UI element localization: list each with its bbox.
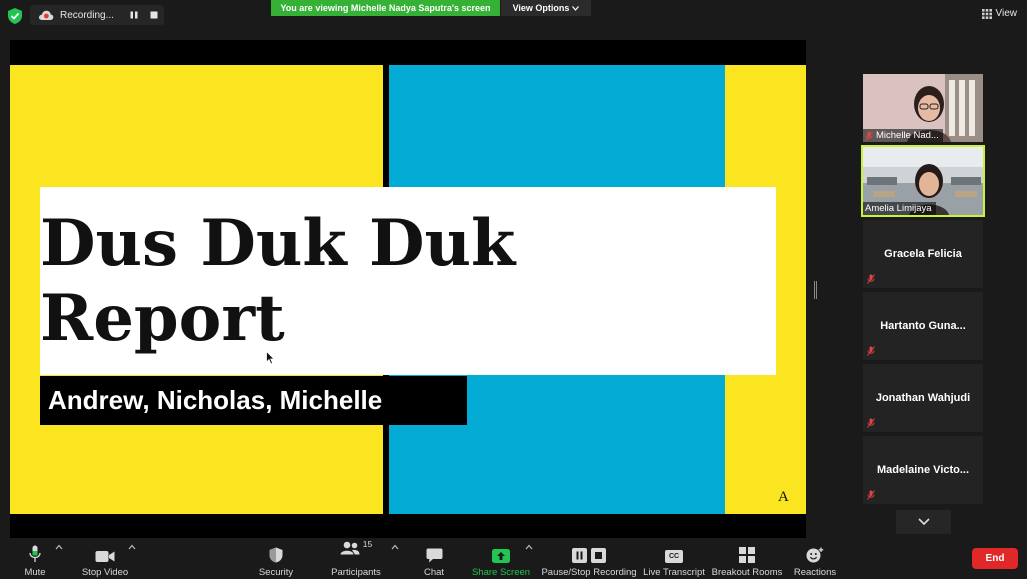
stop-video-label: Stop Video (81, 567, 129, 578)
participant-name: Michelle Nad... (876, 130, 939, 141)
pause-recording-icon[interactable] (129, 10, 139, 20)
reactions-smiley-icon (806, 547, 824, 563)
chevron-down-icon (572, 5, 580, 11)
muted-mic-icon (867, 490, 875, 500)
share-screen-arrow-icon (492, 549, 510, 563)
end-label: End (985, 553, 1005, 564)
caret-up-icon[interactable] (128, 544, 136, 550)
caret-up-icon[interactable] (525, 544, 533, 550)
end-meeting-button[interactable]: End (972, 548, 1018, 569)
mute-button[interactable]: Mute (20, 538, 50, 579)
grid-icon (981, 8, 992, 19)
participant-video-michelle[interactable]: Michelle Nad... (863, 74, 983, 142)
slide-corner-mark: A (778, 489, 789, 505)
participant-name-tag: Michelle Nad... (863, 129, 943, 142)
panel-resize-handle[interactable] (814, 281, 817, 299)
security-label: Security (258, 567, 294, 578)
viewing-screen-banner: You are viewing Michelle Nadya Saputra's… (271, 0, 500, 16)
muted-mic-icon (867, 346, 875, 356)
breakout-rooms-grid-icon (739, 547, 755, 563)
shared-screen[interactable]: Dus Duk Duk Report Andrew, Nicholas, Mic… (10, 40, 806, 538)
cloud-recording-icon (38, 10, 54, 20)
pause-stop-recording-label: Pause/Stop Recording (541, 567, 637, 578)
chat-label: Chat (423, 567, 445, 578)
video-camera-icon (95, 551, 115, 562)
participants-label: Participants (331, 567, 381, 578)
chat-button[interactable]: Chat (420, 538, 448, 579)
caret-up-icon[interactable] (391, 544, 399, 550)
view-options-label: View Options (512, 3, 570, 13)
chat-bubble-icon (426, 548, 442, 563)
participant-tile[interactable]: Hartanto Guna... (863, 292, 983, 360)
pause-icon (572, 548, 587, 563)
participants-button[interactable]: 15 Participants (331, 538, 381, 579)
slide-authors-box: Andrew, Nicholas, Michelle (40, 376, 467, 425)
share-screen-label: Share Screen (471, 567, 531, 578)
breakout-rooms-label: Breakout Rooms (711, 567, 783, 578)
slide-title: Dus Duk Duk Report (40, 206, 516, 356)
slide-title-box: Dus Duk Duk Report (40, 187, 776, 375)
recording-label: Recording... (60, 9, 114, 21)
participant-name: Gracela Felicia (884, 248, 962, 260)
participant-name: Hartanto Guna... (880, 320, 966, 332)
muted-mic-icon (867, 418, 875, 428)
breakout-rooms-button[interactable]: Breakout Rooms (711, 538, 783, 579)
presentation-slide: Dus Duk Duk Report Andrew, Nicholas, Mic… (10, 65, 806, 514)
participant-video-amelia[interactable]: Amelia Limijaya (861, 145, 985, 217)
share-screen-button[interactable]: Share Screen (472, 538, 530, 579)
participants-count-badge: 15 (362, 539, 373, 549)
live-transcript-button[interactable]: CC Live Transcript (643, 538, 705, 579)
security-shield-icon (269, 547, 283, 563)
participant-name-tag: Amelia Limijaya (863, 202, 936, 215)
zoom-meeting-window: Recording... You are viewing Michelle Na… (0, 0, 1027, 579)
participant-tile[interactable]: Jonathan Wahjudi (863, 364, 983, 432)
participant-name: Jonathan Wahjudi (875, 392, 971, 404)
mute-label: Mute (24, 567, 46, 578)
stop-icon (591, 548, 606, 563)
live-transcript-label: Live Transcript (643, 567, 705, 578)
meeting-toolbar: Mute Stop Video Security 15 Participants… (0, 538, 1027, 579)
microphone-icon (29, 545, 41, 562)
chevron-down-icon (917, 518, 930, 526)
participant-tile[interactable]: Gracela Felicia (863, 220, 983, 288)
view-layout-button[interactable]: View (981, 8, 1018, 19)
slide-authors: Andrew, Nicholas, Michelle (48, 385, 383, 415)
pause-stop-recording-button[interactable]: Pause/Stop Recording (541, 538, 637, 579)
gallery-scroll-down-button[interactable] (896, 510, 951, 534)
participant-name: Madelaine Victo... (876, 464, 970, 476)
reactions-button[interactable]: Reactions (793, 538, 837, 579)
participant-name: Amelia Limijaya (865, 203, 932, 214)
caret-up-icon[interactable] (55, 544, 63, 550)
muted-mic-icon (867, 274, 875, 284)
stop-recording-icon[interactable] (149, 10, 159, 20)
participant-tile[interactable]: Madelaine Victo... (863, 436, 983, 504)
view-options-button[interactable]: View Options (501, 0, 591, 16)
reactions-label: Reactions (793, 567, 837, 578)
muted-mic-icon (865, 130, 873, 141)
stop-video-button[interactable]: Stop Video (80, 538, 130, 579)
view-label: View (995, 8, 1018, 19)
mouse-cursor-icon (266, 351, 275, 365)
participants-icon (340, 541, 360, 555)
recording-indicator: Recording... (30, 5, 164, 25)
security-button[interactable]: Security (256, 538, 296, 579)
encryption-shield-icon[interactable] (8, 8, 22, 24)
closed-caption-icon: CC (665, 550, 683, 563)
